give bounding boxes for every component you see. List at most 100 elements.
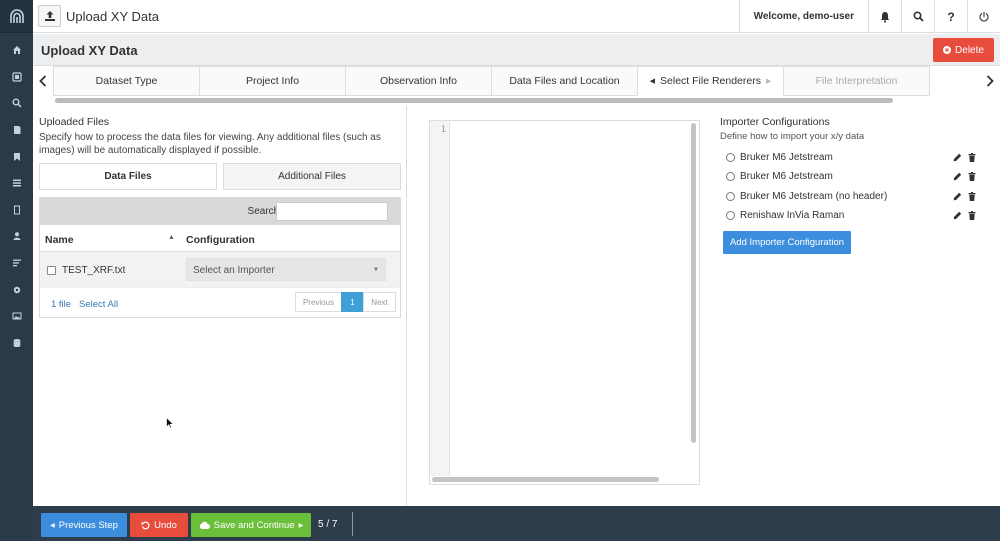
- delete-label: Delete: [955, 44, 984, 56]
- pencil-icon[interactable]: [953, 172, 962, 181]
- uploaded-files-panel: Uploaded Files Specify how to process th…: [33, 106, 407, 506]
- tab-label: Select File Renderers: [660, 75, 761, 87]
- caret-right-icon: ▶: [765, 78, 772, 85]
- tab-dataset-type[interactable]: Dataset Type: [53, 66, 200, 96]
- editor-vertical-scrollbar[interactable]: [691, 123, 696, 443]
- pagination: Previous 1 Next: [295, 292, 396, 312]
- editor-gutter: 1: [430, 121, 450, 476]
- left-rail: [0, 0, 33, 541]
- times-circle-icon: [943, 46, 952, 54]
- image-icon[interactable]: [0, 303, 33, 330]
- logout-icon[interactable]: [967, 0, 1000, 33]
- importer-configurations: Importer Configurations Define how to im…: [720, 116, 990, 255]
- trash-icon[interactable]: [968, 191, 976, 201]
- app-title: Upload XY Data: [66, 9, 159, 24]
- user-icon[interactable]: [0, 223, 33, 250]
- tab-data-files[interactable]: Data Files: [39, 163, 217, 190]
- delete-button[interactable]: Delete: [933, 38, 994, 62]
- row-checkbox[interactable]: [47, 266, 56, 275]
- page-header: Upload XY Data Delete: [33, 34, 1000, 66]
- importer-label[interactable]: Bruker M6 Jetstream: [740, 152, 833, 163]
- chevron-left-icon[interactable]: [33, 66, 53, 96]
- add-importer-button[interactable]: Add Importer Configuration: [723, 231, 851, 255]
- trash-icon[interactable]: [968, 172, 976, 182]
- importer-radio[interactable]: [726, 211, 735, 221]
- top-bar: Upload XY Data Welcome, demo-user ?: [33, 0, 1000, 33]
- save-continue-button[interactable]: Save and Continue ▶: [191, 513, 311, 537]
- table-row: TEST_XRF.txt Select an Importer ▼: [40, 252, 400, 288]
- column-header-configuration: Configuration: [186, 234, 255, 246]
- save-continue-label: Save and Continue: [213, 519, 295, 531]
- pencil-icon[interactable]: [953, 211, 962, 220]
- importer-label[interactable]: Bruker M6 Jetstream (no header): [740, 191, 887, 202]
- undo-button[interactable]: Undo: [130, 513, 188, 537]
- importer-radio[interactable]: [726, 191, 735, 201]
- logo-icon[interactable]: [0, 0, 33, 33]
- tab-file-interpretation[interactable]: File Interpretation: [783, 66, 930, 96]
- tab-data-files-location[interactable]: Data Files and Location: [491, 66, 638, 96]
- gear-icon[interactable]: [0, 276, 33, 303]
- uploaded-files-description: Specify how to process the data files fo…: [39, 132, 381, 156]
- document-icon[interactable]: [0, 117, 33, 144]
- file-name: TEST_XRF.txt: [62, 265, 126, 276]
- previous-step-button[interactable]: ◀ Previous Step: [41, 513, 127, 537]
- tab-project-info[interactable]: Project Info: [199, 66, 346, 96]
- undo-icon: [141, 521, 150, 529]
- importer-radio[interactable]: [726, 172, 735, 182]
- cloud-upload-icon: [199, 521, 210, 529]
- importer-item: Bruker M6 Jetstream (no header): [720, 187, 990, 206]
- bookmark-icon[interactable]: [0, 143, 33, 170]
- tab-additional-files[interactable]: Additional Files: [223, 163, 401, 190]
- line-number: 1: [440, 125, 446, 135]
- pagination-page[interactable]: 1: [341, 292, 364, 312]
- dashboard-icon[interactable]: [0, 64, 33, 91]
- list-icon[interactable]: [0, 170, 33, 197]
- column-header-name[interactable]: Name: [45, 234, 74, 246]
- caret-left-icon: ◀: [50, 522, 55, 529]
- importer-configurations-description: Define how to import your x/y data: [720, 131, 865, 142]
- upload-icon[interactable]: [38, 5, 61, 27]
- divider: [352, 512, 353, 536]
- search-icon[interactable]: [0, 90, 33, 117]
- importer-select-value: Select an Importer: [193, 265, 275, 276]
- importer-radio[interactable]: [726, 153, 735, 163]
- previous-step-label: Previous Step: [58, 519, 118, 531]
- importer-label[interactable]: Bruker M6 Jetstream: [740, 171, 833, 182]
- step-tabs: Dataset Type Project Info Observation In…: [33, 66, 1000, 106]
- caret-right-icon: ▶: [298, 522, 304, 529]
- database-icon[interactable]: [0, 330, 33, 357]
- importer-label[interactable]: Renishaw InVia Raman: [740, 210, 844, 221]
- list-alt-icon[interactable]: [0, 250, 33, 277]
- bell-icon[interactable]: [868, 0, 901, 33]
- importer-item: Renishaw InVia Raman: [720, 206, 990, 225]
- file-count: 1 file: [51, 299, 72, 310]
- search-input[interactable]: [276, 202, 388, 221]
- sort-asc-icon[interactable]: ▲: [168, 234, 175, 241]
- pencil-icon[interactable]: [953, 192, 962, 201]
- page-title: Upload XY Data: [41, 43, 138, 58]
- importer-configurations-title: Importer Configurations: [720, 116, 830, 128]
- tabs-scrollbar[interactable]: [55, 98, 893, 103]
- pencil-icon[interactable]: [953, 153, 962, 162]
- chevron-right-icon[interactable]: [980, 66, 1000, 96]
- home-icon[interactable]: [0, 37, 33, 64]
- welcome-user[interactable]: Welcome, demo-user: [738, 0, 868, 33]
- bottom-bar: ◀ Previous Step Undo Save and Continue ▶…: [33, 506, 1000, 541]
- trash-icon[interactable]: [968, 153, 976, 162]
- tab-select-file-renderers[interactable]: ◀ Select File Renderers ▶: [637, 66, 784, 96]
- importer-select[interactable]: Select an Importer ▼: [186, 258, 386, 281]
- trash-icon[interactable]: [968, 210, 976, 220]
- pagination-next[interactable]: Next: [363, 292, 396, 312]
- file-preview-editor[interactable]: 1: [429, 120, 700, 485]
- caret-down-icon: ▼: [373, 267, 379, 273]
- select-all-link[interactable]: Select All: [79, 299, 118, 310]
- editor-horizontal-scrollbar[interactable]: [432, 477, 659, 482]
- tab-observation-info[interactable]: Observation Info: [345, 66, 492, 96]
- file-icon[interactable]: [0, 197, 33, 224]
- help-icon[interactable]: ?: [934, 0, 967, 33]
- pagination-previous[interactable]: Previous: [295, 292, 342, 312]
- step-progress: 5 / 7: [318, 519, 338, 530]
- importer-item: Bruker M6 Jetstream: [720, 148, 990, 167]
- search-icon[interactable]: [901, 0, 934, 33]
- caret-left-icon: ◀: [649, 78, 656, 85]
